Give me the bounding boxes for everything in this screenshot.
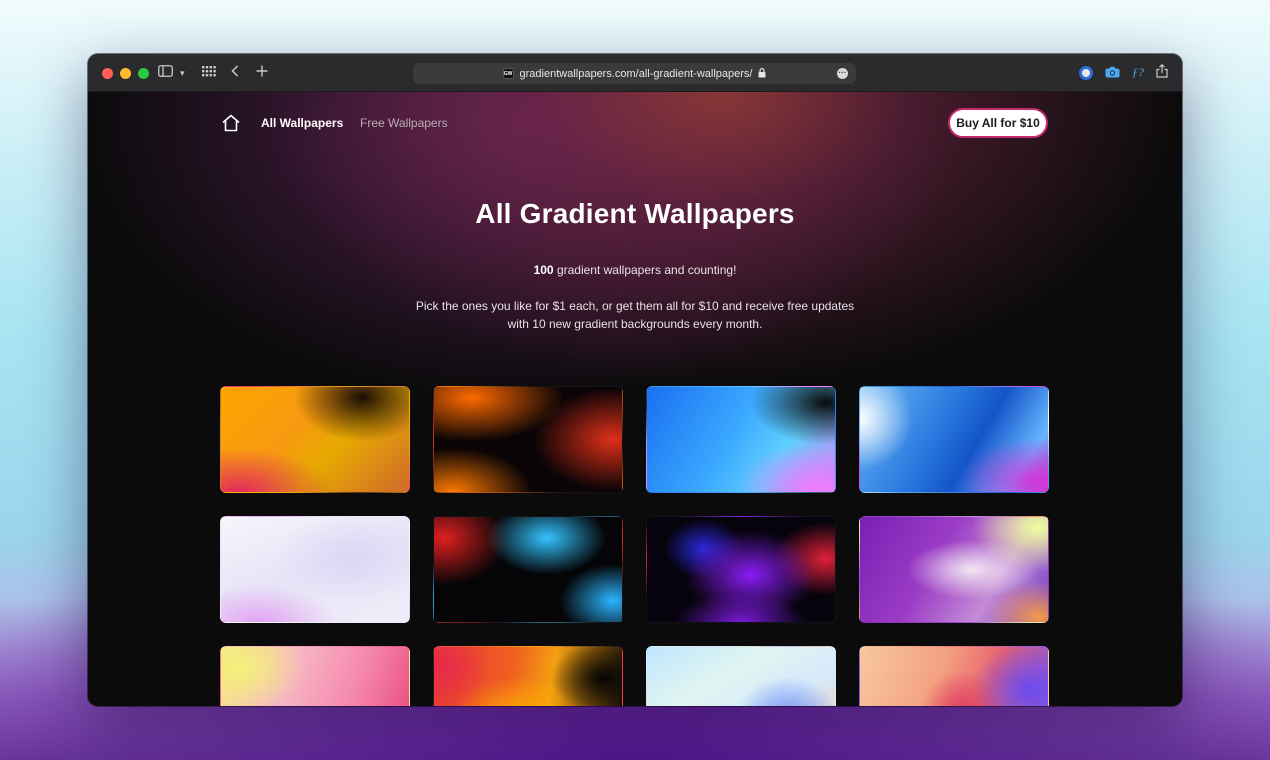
wallpaper-thumbnail[interactable]	[220, 516, 410, 623]
tab-overview-icon[interactable]	[202, 64, 216, 82]
buy-all-button[interactable]: Buy All for $10	[948, 108, 1048, 138]
site-nav: All Wallpapers Free Wallpapers Buy All f…	[88, 92, 1182, 156]
chevron-down-icon[interactable]: ▾	[180, 64, 185, 82]
share-icon[interactable]	[1156, 63, 1168, 81]
address-bar[interactable]: GW gradientwallpapers.com/all-gradient-w…	[413, 63, 856, 84]
description-line-1: Pick the ones you like for $1 each, or g…	[415, 299, 855, 313]
count-suffix: gradient wallpapers and counting!	[553, 263, 737, 277]
back-chevron-icon[interactable]	[231, 64, 239, 82]
font-finder-icon[interactable]: ƒ?	[1132, 65, 1144, 80]
wallpaper-thumbnail[interactable]	[859, 646, 1049, 706]
wallpaper-thumbnail[interactable]	[433, 516, 623, 623]
web-page: All Wallpapers Free Wallpapers Buy All f…	[88, 92, 1182, 706]
page-title: All Gradient Wallpapers	[475, 198, 795, 229]
wallpaper-thumbnail[interactable]	[646, 516, 836, 623]
grammarly-icon[interactable]	[1079, 65, 1093, 80]
wallpaper-thumbnail[interactable]	[433, 386, 623, 493]
more-icon[interactable]: ···	[837, 68, 848, 79]
wallpaper-thumbnail[interactable]	[220, 646, 410, 706]
url-text: gradientwallpapers.com/all-gradient-wall…	[519, 67, 753, 80]
zoom-window-button[interactable]	[138, 68, 149, 79]
wallpaper-thumbnail[interactable]	[220, 386, 410, 493]
lock-icon	[758, 67, 766, 80]
plus-icon[interactable]	[256, 64, 268, 82]
browser-window: ▾ GW gradientwallpapers.com/all-gradient…	[88, 54, 1182, 706]
nav-all-wallpapers[interactable]: All Wallpapers	[261, 116, 343, 130]
wallpaper-count: 100 gradient wallpapers and counting!	[88, 263, 1182, 277]
camera-icon[interactable]	[1105, 66, 1120, 80]
wallpaper-thumbnail[interactable]	[433, 646, 623, 706]
wallpaper-thumbnail[interactable]	[859, 386, 1049, 493]
description-line-2: with 10 new gradient backgrounds every m…	[507, 317, 763, 331]
wallpaper-thumbnail[interactable]	[646, 646, 836, 706]
count-number: 100	[533, 263, 554, 277]
nav-free-wallpapers[interactable]: Free Wallpapers	[360, 116, 448, 130]
minimize-window-button[interactable]	[120, 68, 131, 79]
browser-toolbar: ▾ GW gradientwallpapers.com/all-gradient…	[88, 54, 1182, 92]
home-icon[interactable]	[221, 114, 241, 132]
hero-description: Pick the ones you like for $1 each, or g…	[88, 297, 1182, 333]
sidebar-icon[interactable]	[158, 64, 173, 82]
extensions-bar: ƒ?	[1079, 63, 1168, 81]
wallpaper-thumbnail[interactable]	[646, 386, 836, 493]
wallpaper-grid	[220, 386, 1050, 706]
site-favicon: GW	[502, 68, 514, 79]
close-window-button[interactable]	[102, 68, 113, 79]
wallpaper-thumbnail[interactable]	[859, 516, 1049, 623]
window-controls	[102, 68, 149, 79]
